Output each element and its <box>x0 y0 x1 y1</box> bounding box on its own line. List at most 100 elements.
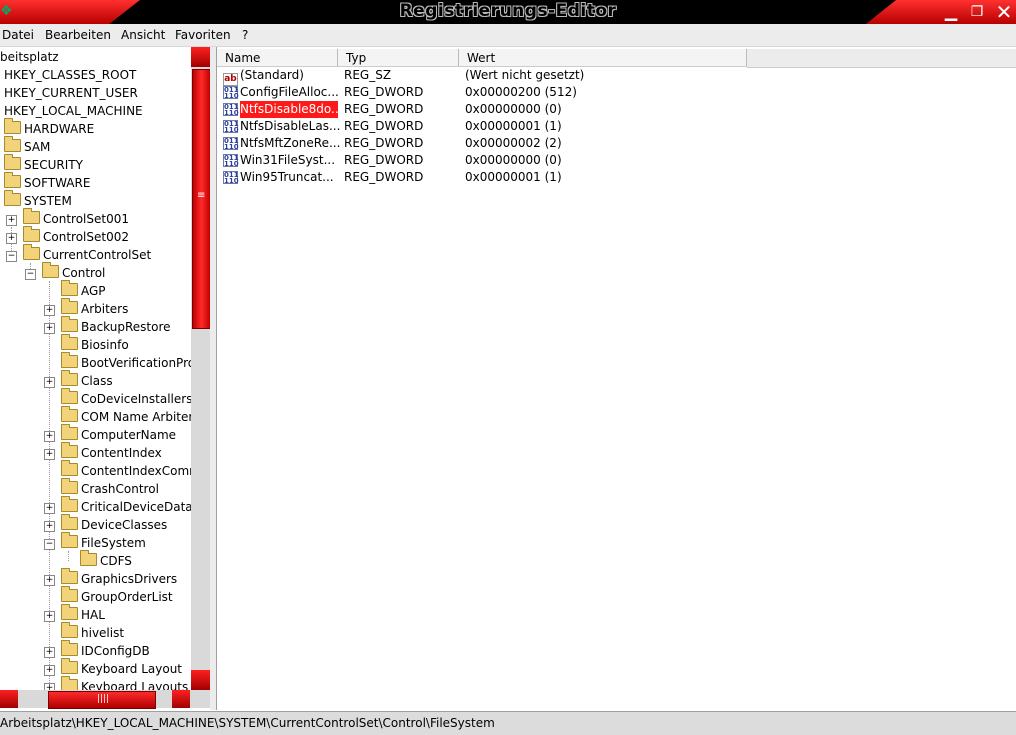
collapse-icon[interactable]: − <box>25 269 36 280</box>
tree-node-deviceclasses[interactable]: DeviceClasses <box>61 514 167 534</box>
expand-icon[interactable]: + <box>44 503 55 514</box>
tree-node-arbiters[interactable]: Arbiters <box>61 298 128 318</box>
column-header-type[interactable]: Typ <box>338 49 459 67</box>
tree-node-hklm[interactable]: HKEY_LOCAL_MACHINE <box>4 102 143 120</box>
scroll-up-button[interactable] <box>191 47 210 67</box>
value-row[interactable]: 011 110NtfsMftZoneRe... REG_DWORD 0x00000… <box>223 135 783 152</box>
scroll-right-button[interactable] <box>172 690 190 708</box>
expand-icon[interactable]: + <box>44 449 55 460</box>
tree-node-hkcu[interactable]: HKEY_CURRENT_USER <box>4 84 138 102</box>
tree-node-system[interactable]: SYSTEM <box>4 190 72 210</box>
column-header-name[interactable]: Name <box>217 49 338 67</box>
expand-icon[interactable]: + <box>44 683 55 690</box>
expand-icon[interactable]: + <box>44 575 55 586</box>
value-row[interactable]: 011 110ConfigFileAlloc... REG_DWORD 0x000… <box>223 84 783 101</box>
scroll-thumb-horizontal[interactable]: |||| <box>48 691 156 709</box>
expand-icon[interactable]: + <box>44 323 55 334</box>
expand-icon[interactable]: + <box>44 665 55 676</box>
registry-tree[interactable]: beitsplatz HKEY_CLASSES_ROOT HKEY_CURREN… <box>0 47 191 690</box>
value-row[interactable]: ab (Standard) REG_SZ (Wert nicht gesetzt) <box>223 67 783 86</box>
value-row[interactable]: 011 110Win95Truncat... REG_DWORD 0x000000… <box>223 169 783 186</box>
collapse-icon[interactable]: − <box>44 539 55 550</box>
values-list[interactable]: Name Typ Wert ab (Standard) REG_SZ (Wert … <box>216 47 1016 710</box>
close-button[interactable]: ✕ <box>992 2 1016 22</box>
folder-icon <box>61 424 78 440</box>
value-row-selected[interactable]: 011 110NtfsDisable8do... REG_DWORD 0x0000… <box>223 101 783 118</box>
tree-node-keyboard-layout[interactable]: Keyboard Layout <box>61 658 182 678</box>
tree-node-criticaldevicedatab[interactable]: CriticalDeviceDatab <box>61 496 191 516</box>
grip-icon: ≡ <box>197 190 206 201</box>
tree-node-computername[interactable]: ComputerName <box>61 424 176 444</box>
folder-icon <box>61 352 78 368</box>
tree-node-controlset002[interactable]: ControlSet002 <box>23 226 129 246</box>
dword-value-icon: 011 110 <box>223 171 239 185</box>
menu-bearbeiten[interactable]: Bearbeiten <box>45 28 111 42</box>
folder-open-icon <box>23 244 40 260</box>
expand-icon[interactable]: + <box>6 215 17 226</box>
tree-horizontal-scrollbar[interactable]: |||| <box>0 690 210 709</box>
folder-icon <box>61 658 78 674</box>
folder-icon <box>61 676 78 690</box>
tree-vertical-scrollbar[interactable]: ≡ <box>191 47 211 690</box>
expand-icon[interactable]: + <box>6 233 17 244</box>
folder-icon <box>61 370 78 386</box>
tree-node-grouporderlist[interactable]: GroupOrderList <box>61 586 173 606</box>
tree-node-backuprestore[interactable]: BackupRestore <box>61 316 171 336</box>
scroll-left-button[interactable] <box>0 690 18 708</box>
expand-icon[interactable]: + <box>44 521 55 532</box>
tree-node-biosinfo[interactable]: Biosinfo <box>61 334 129 354</box>
tree-node-com-name-arbiter[interactable]: COM Name Arbiter <box>61 406 191 426</box>
folder-icon <box>61 496 78 512</box>
title-bar[interactable]: ❖ Registrierungs-Editor ▁ ❐ ✕ <box>0 0 1016 24</box>
folder-open-icon <box>42 262 59 278</box>
tree-node-security[interactable]: SECURITY <box>4 154 83 174</box>
folder-icon <box>61 280 78 296</box>
tree-node-root[interactable]: beitsplatz <box>0 48 59 66</box>
folder-icon <box>61 586 78 602</box>
minimize-button[interactable]: ▁ <box>942 2 960 22</box>
tree-node-software[interactable]: SOFTWARE <box>4 172 90 192</box>
menu-help[interactable]: ? <box>242 28 248 42</box>
folder-open-icon <box>4 190 21 206</box>
tree-node-filesystem[interactable]: FileSystem <box>61 532 146 552</box>
scroll-thumb[interactable]: ≡ <box>192 69 211 329</box>
tree-node-hardware[interactable]: HARDWARE <box>4 118 94 138</box>
tree-node-contentindex[interactable]: ContentIndex <box>61 442 162 462</box>
maximize-button[interactable]: ❐ <box>966 2 988 22</box>
folder-icon <box>61 514 78 530</box>
column-header-filler <box>747 49 1016 68</box>
scroll-down-button[interactable] <box>191 670 210 690</box>
grip-icon: |||| <box>97 694 110 704</box>
menu-ansicht[interactable]: Ansicht <box>121 28 165 42</box>
collapse-icon[interactable]: − <box>6 251 17 262</box>
tree-node-bootverificationprog[interactable]: BootVerificationProg <box>61 352 191 372</box>
tree-node-crashcontrol[interactable]: CrashControl <box>61 478 159 498</box>
tree-node-codeviceinstallers[interactable]: CoDeviceInstallers <box>61 388 191 408</box>
expand-icon[interactable]: + <box>44 377 55 388</box>
tree-node-idconfigdb[interactable]: IDConfigDB <box>61 640 150 660</box>
folder-icon <box>61 568 78 584</box>
menu-favoriten[interactable]: Favoriten <box>175 28 231 42</box>
folder-icon <box>4 172 21 188</box>
tree-node-hivelist[interactable]: hivelist <box>61 622 124 642</box>
tree-node-control[interactable]: Control <box>42 262 105 282</box>
dword-value-icon: 011 110 <box>223 120 239 134</box>
tree-node-hkcr[interactable]: HKEY_CLASSES_ROOT <box>4 66 136 84</box>
tree-node-graphicsdrivers[interactable]: GraphicsDrivers <box>61 568 177 588</box>
tree-node-contentindexcomm[interactable]: ContentIndexComm <box>61 460 191 480</box>
dword-value-icon: 011 110 <box>223 154 239 168</box>
expand-icon[interactable]: + <box>44 647 55 658</box>
expand-icon[interactable]: + <box>44 305 55 316</box>
menu-datei[interactable]: Datei <box>2 28 34 42</box>
folder-icon <box>61 442 78 458</box>
value-row[interactable]: 011 110Win31FileSyst... REG_DWORD 0x00000… <box>223 152 783 169</box>
folder-icon <box>61 604 78 620</box>
folder-icon <box>61 478 78 494</box>
tree-node-keyboard-layouts[interactable]: Keyboard Layouts <box>61 676 188 690</box>
expand-icon[interactable]: + <box>44 431 55 442</box>
column-header-value[interactable]: Wert <box>459 49 747 67</box>
expand-icon[interactable]: + <box>44 611 55 622</box>
tree-node-cdfs[interactable]: CDFS <box>80 550 132 570</box>
value-row[interactable]: 011 110NtfsDisableLas... REG_DWORD 0x0000… <box>223 118 783 135</box>
tree-node-controlset001[interactable]: ControlSet001 <box>23 208 129 228</box>
